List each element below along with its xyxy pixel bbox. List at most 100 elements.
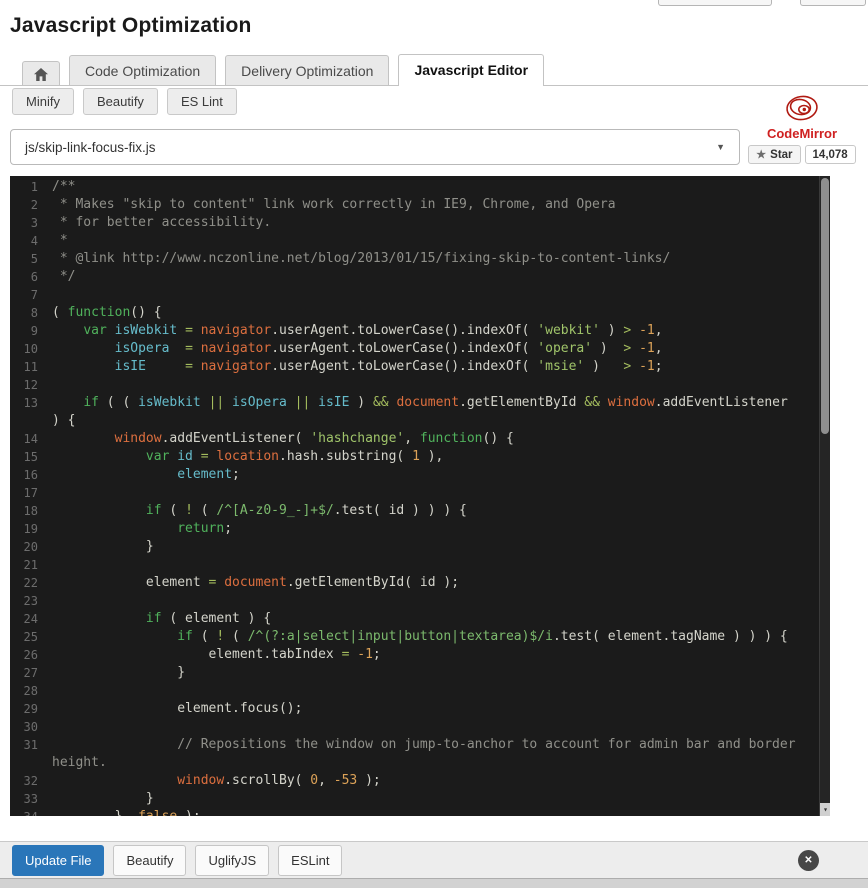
code-row: 26 element.tabIndex = -1; — [10, 646, 830, 664]
tab-minify[interactable]: Minify — [12, 88, 74, 115]
code-row: 19 return; — [10, 520, 830, 538]
window-edge — [0, 878, 868, 888]
line-number: 22 — [10, 574, 50, 592]
line-number: 8 — [10, 304, 50, 322]
line-number: 24 — [10, 610, 50, 628]
line-number: 26 — [10, 646, 50, 664]
line-number: 6 — [10, 268, 50, 286]
line-number: 5 — [10, 250, 50, 268]
code-row: 24 if ( element ) { — [10, 610, 830, 628]
code-row: 14 window.addEventListener( 'hashchange'… — [10, 430, 830, 448]
code-line: if ( element ) { — [50, 610, 271, 628]
tab-javascript-editor[interactable]: Javascript Editor — [398, 54, 544, 86]
code-row: ) { — [10, 412, 830, 430]
star-count[interactable]: 14,078 — [805, 145, 856, 164]
star-icon: ★ — [756, 148, 766, 161]
code-row: 21 — [10, 556, 830, 574]
line-number: 30 — [10, 718, 50, 736]
line-number: 15 — [10, 448, 50, 466]
line-number: 14 — [10, 430, 50, 448]
eslint-button[interactable]: ESLint — [278, 845, 342, 876]
code-line: */ — [50, 268, 75, 286]
code-row: 2 * Makes "skip to content" link work co… — [10, 196, 830, 214]
line-number: 25 — [10, 628, 50, 646]
line-number: 13 — [10, 394, 50, 412]
code-editor[interactable]: 1/**2 * Makes "skip to content" link wor… — [10, 176, 830, 816]
tab-delivery-optimization[interactable]: Delivery Optimization — [225, 55, 389, 85]
line-number: 31 — [10, 736, 50, 754]
code-line: height. — [50, 754, 107, 772]
code-row: 17 — [10, 484, 830, 502]
file-select[interactable]: js/skip-link-focus-fix.js ▼ — [10, 129, 740, 165]
line-number: 21 — [10, 556, 50, 574]
code-row: 11 isIE = navigator.userAgent.toLowerCas… — [10, 358, 830, 376]
code-line — [50, 484, 52, 502]
main-tabs: Code Optimization Delivery Optimization … — [0, 54, 868, 86]
code-line: ) { — [50, 412, 75, 430]
code-row: 9 var isWebkit = navigator.userAgent.toL… — [10, 322, 830, 340]
beautify-button[interactable]: Beautify — [113, 845, 186, 876]
code-line: } — [50, 790, 154, 808]
line-number: 29 — [10, 700, 50, 718]
code-row: 32 window.scrollBy( 0, -53 ); — [10, 772, 830, 790]
line-number: 7 — [10, 286, 50, 304]
code-line: if ( ( isWebkit || isOpera || isIE ) && … — [50, 394, 788, 412]
tab-es-lint[interactable]: ES Lint — [167, 88, 237, 115]
scroll-down-button[interactable]: ▾ — [820, 803, 830, 816]
github-star-widget: ★ Star 14,078 — [744, 145, 860, 164]
code-row: 28 — [10, 682, 830, 700]
update-file-button[interactable]: Update File — [12, 845, 104, 876]
code-line: // Repositions the window on jump-to-anc… — [50, 736, 796, 754]
line-number — [10, 412, 50, 430]
code-line: } — [50, 538, 154, 556]
line-number: 33 — [10, 790, 50, 808]
code-row: 3 * for better accessibility. — [10, 214, 830, 232]
code-row: 5 * @link http://www.nczonline.net/blog/… — [10, 250, 830, 268]
code-row: 31 // Repositions the window on jump-to-… — [10, 736, 830, 754]
chevron-down-icon: ▼ — [716, 142, 725, 152]
code-line: * @link http://www.nczonline.net/blog/20… — [50, 250, 670, 268]
scrollbar-thumb[interactable] — [821, 178, 829, 434]
code-row: 25 if ( ! ( /^(?:a|select|input|button|t… — [10, 628, 830, 646]
editor-scrollbar[interactable]: ▾ — [819, 176, 830, 816]
code-row: 12 — [10, 376, 830, 394]
code-line: var id = location.hash.substring( 1 ), — [50, 448, 443, 466]
line-number: 19 — [10, 520, 50, 538]
page-title: Javascript Optimization — [10, 14, 252, 38]
code-row: 8( function() { — [10, 304, 830, 322]
tab-code-optimization[interactable]: Code Optimization — [69, 55, 216, 85]
code-line: element = document.getElementById( id ); — [50, 574, 459, 592]
tab-home[interactable] — [22, 61, 60, 85]
line-number: 27 — [10, 664, 50, 682]
codemirror-brand-link[interactable]: CodeMirror — [744, 126, 860, 141]
file-select-value: js/skip-link-focus-fix.js — [25, 140, 156, 155]
github-star-button[interactable]: ★ Star — [748, 145, 800, 164]
line-number: 12 — [10, 376, 50, 394]
line-number: 3 — [10, 214, 50, 232]
code-line — [50, 682, 52, 700]
cut-off-button-left[interactable] — [658, 0, 772, 6]
code-row: 27 } — [10, 664, 830, 682]
code-row: 4 * — [10, 232, 830, 250]
code-line: window.addEventListener( 'hashchange', f… — [50, 430, 514, 448]
code-line: isIE = navigator.userAgent.toLowerCase()… — [50, 358, 663, 376]
code-line: * Makes "skip to content" link work corr… — [50, 196, 616, 214]
cut-off-button-right[interactable] — [800, 0, 866, 6]
star-label: Star — [770, 149, 792, 161]
tab-beautify[interactable]: Beautify — [83, 88, 158, 115]
home-icon — [33, 67, 49, 82]
line-number — [10, 754, 50, 772]
uglifyjs-button[interactable]: UglifyJS — [195, 845, 269, 876]
code-line: if ( ! ( /^(?:a|select|input|button|text… — [50, 628, 788, 646]
line-number: 9 — [10, 322, 50, 340]
code-line: var isWebkit = navigator.userAgent.toLow… — [50, 322, 663, 340]
line-number: 18 — [10, 502, 50, 520]
code-line: return; — [50, 520, 232, 538]
code-rows: 1/**2 * Makes "skip to content" link wor… — [10, 176, 830, 816]
code-line: * — [50, 232, 68, 250]
code-row: 20 } — [10, 538, 830, 556]
line-number: 20 — [10, 538, 50, 556]
line-number: 32 — [10, 772, 50, 790]
code-line: isOpera = navigator.userAgent.toLowerCas… — [50, 340, 663, 358]
close-button[interactable]: ✕ — [798, 850, 819, 871]
